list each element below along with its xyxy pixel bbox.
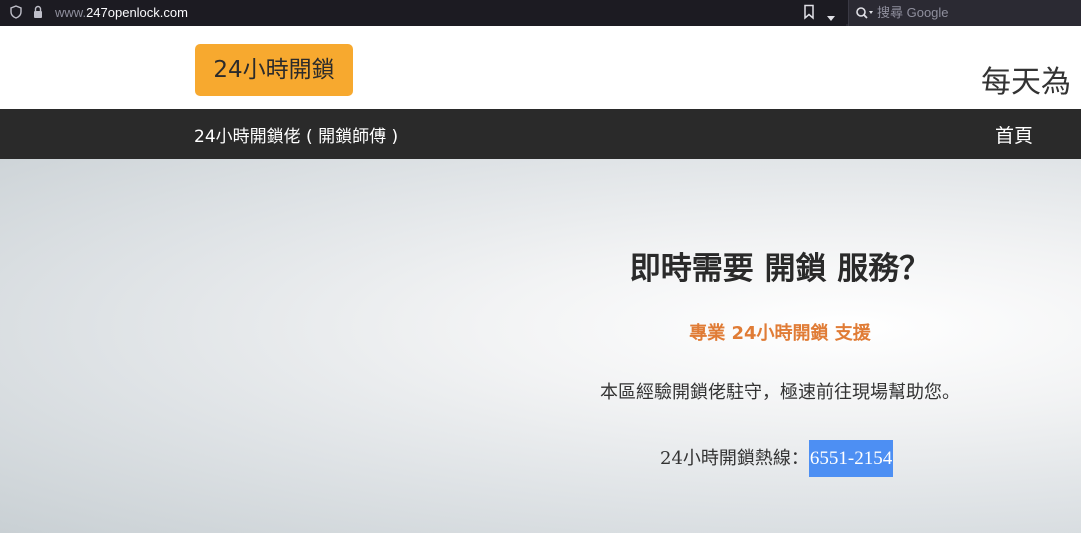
header-slogan: 每天為 (981, 65, 1071, 100)
hotline-number-link[interactable]: 6551-2154 (808, 440, 894, 477)
hotline: 24小時開鎖熱線：6551-2154 (660, 440, 894, 477)
url-text[interactable]: www.247openlock.com (55, 5, 188, 20)
chevron-down-icon[interactable] (826, 8, 836, 21)
lock-icon[interactable] (31, 5, 45, 19)
hotline-label: 24小時開鎖熱線： (660, 448, 809, 469)
search-bar[interactable] (848, 0, 1081, 26)
hero-section: 即時需要 開鎖 服務？ 專業 24小時開鎖 支援 本區經驗開鎖佬駐守，極速前往現… (0, 159, 1081, 533)
hero-subtitle: 專業 24小時開鎖 支援 (689, 323, 871, 344)
url-domain: 247openlock.com (86, 5, 188, 20)
bookmark-icon[interactable] (802, 4, 816, 20)
shield-icon[interactable] (9, 5, 23, 19)
hero-title: 即時需要 開鎖 服務？ (629, 251, 931, 287)
nav-brand-link[interactable]: 24小時開鎖佬 ( 開鎖師傅 ) (194, 122, 398, 147)
site-header: 24小時開鎖 每天為 (0, 28, 1081, 109)
url-prefix: www. (55, 5, 87, 20)
hero-description: 本區經驗開鎖佬駐守，極速前往現場幫助您。 (600, 382, 960, 403)
search-icon[interactable] (855, 5, 875, 19)
address-bar[interactable]: www.247openlock.com (0, 0, 846, 26)
search-input[interactable] (877, 3, 1073, 21)
browser-toolbar: www.247openlock.com (0, 0, 1081, 26)
logo-button[interactable]: 24小時開鎖 (195, 44, 353, 96)
nav-bar: 24小時開鎖佬 ( 開鎖師傅 ) 首頁 (0, 109, 1081, 159)
nav-home-link[interactable]: 首頁 (995, 121, 1033, 148)
